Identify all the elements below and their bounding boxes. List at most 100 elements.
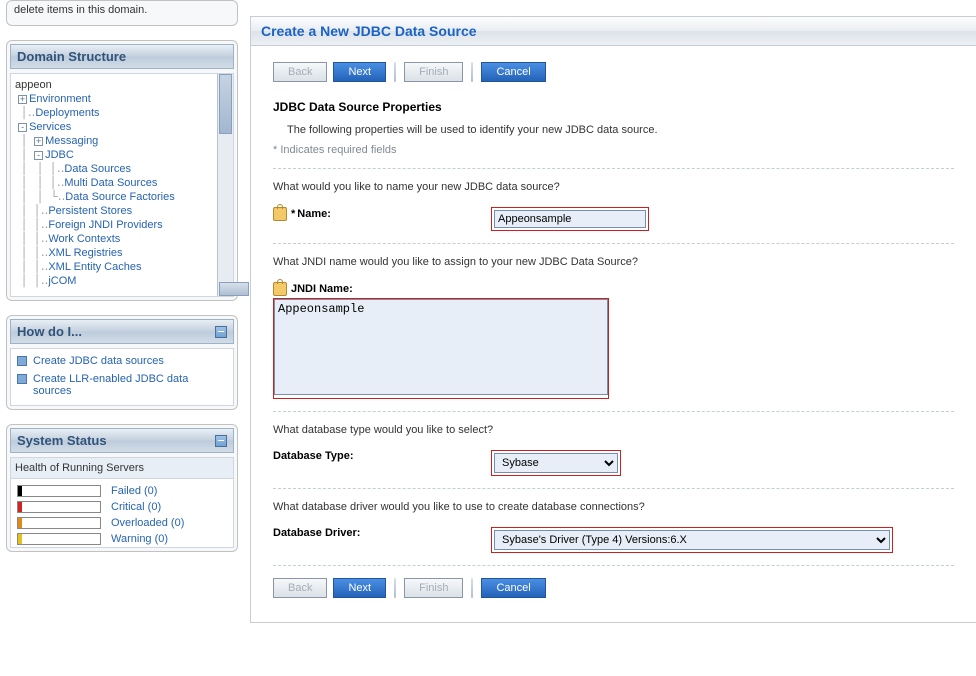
how-do-i-panel: How do I... Create JDBC data sources Cre… bbox=[6, 315, 238, 410]
status-link-failed[interactable]: Failed (0) bbox=[111, 485, 157, 497]
system-status-title: System Status bbox=[17, 433, 107, 448]
tree-environment[interactable]: Environment bbox=[29, 93, 91, 105]
page-title: Create a New JDBC Data Source bbox=[251, 17, 976, 46]
divider bbox=[273, 488, 954, 489]
prev-panel-text: delete items in this domain. bbox=[10, 4, 234, 22]
status-bar bbox=[17, 533, 101, 545]
doc-icon bbox=[17, 356, 27, 366]
tree-xml-registries[interactable]: XML Registries bbox=[48, 247, 122, 259]
system-status-list: Failed (0) Critical (0) Overloaded (0) W… bbox=[10, 478, 234, 548]
domain-tree-body: appeon +Environment │․․Deployments -Serv… bbox=[10, 73, 234, 297]
status-bar bbox=[17, 485, 101, 497]
list-item: Create JDBC data sources bbox=[17, 355, 227, 367]
name-input[interactable] bbox=[494, 210, 646, 228]
tree-deployments[interactable]: Deployments bbox=[35, 107, 99, 119]
status-bar bbox=[17, 501, 101, 513]
tree-scrollbar[interactable] bbox=[217, 74, 233, 296]
tree-root[interactable]: appeon bbox=[15, 79, 52, 91]
hdi-link-create-llr[interactable]: Create LLR-enabled JDBC data sources bbox=[33, 373, 227, 397]
label-dbtype-text: Database Type: bbox=[273, 450, 354, 462]
collapse-icon[interactable]: - bbox=[34, 151, 43, 160]
domain-structure-title: Domain Structure bbox=[17, 49, 126, 64]
expand-icon[interactable]: + bbox=[34, 137, 43, 146]
button-separator bbox=[394, 578, 396, 598]
tree-xml-entity[interactable]: XML Entity Caches bbox=[48, 261, 141, 273]
next-button[interactable]: Next bbox=[333, 578, 386, 598]
minimize-icon[interactable] bbox=[215, 435, 227, 447]
system-status-panel: System Status Health of Running Servers … bbox=[6, 424, 238, 552]
scrollbar-thumb[interactable] bbox=[219, 74, 232, 134]
label-name-text: Name: bbox=[297, 208, 331, 220]
dbtype-select[interactable]: Sybase bbox=[494, 453, 618, 473]
section-desc: The following properties will be used to… bbox=[287, 124, 954, 136]
tree-jcom[interactable]: jCOM bbox=[48, 275, 76, 287]
required-note: * Indicates required fields bbox=[273, 144, 954, 156]
button-row-top: Back Next Finish Cancel bbox=[273, 62, 954, 82]
status-link-overloaded[interactable]: Overloaded (0) bbox=[111, 517, 184, 529]
tree-foreign-jndi[interactable]: Foreign JNDI Providers bbox=[48, 219, 162, 231]
tree-work-contexts[interactable]: Work Contexts bbox=[48, 233, 120, 245]
button-separator bbox=[394, 62, 396, 82]
tree-persistent-stores[interactable]: Persistent Stores bbox=[48, 205, 132, 217]
back-button[interactable]: Back bbox=[273, 578, 327, 598]
highlight-box bbox=[273, 298, 609, 399]
how-do-i-header: How do I... bbox=[10, 319, 234, 344]
tree-datasources[interactable]: Data Sources bbox=[64, 163, 131, 175]
field-row-driver: Database Driver: Sybase's Driver (Type 4… bbox=[273, 527, 954, 553]
lock-icon bbox=[273, 282, 287, 296]
how-do-i-title: How do I... bbox=[17, 324, 82, 339]
tree-messaging[interactable]: Messaging bbox=[45, 135, 98, 147]
label-name: * Name: bbox=[273, 207, 473, 221]
tree-services[interactable]: Services bbox=[29, 121, 71, 133]
finish-button[interactable]: Finish bbox=[404, 62, 463, 82]
tree-multi-ds[interactable]: Multi Data Sources bbox=[64, 177, 157, 189]
jndi-input[interactable] bbox=[274, 299, 608, 395]
field-row-jndi: JNDI Name: bbox=[273, 282, 954, 399]
section-title: JDBC Data Source Properties bbox=[273, 100, 954, 114]
domain-structure-panel: Domain Structure appeon +Environment │․․… bbox=[6, 40, 238, 301]
list-item: Create LLR-enabled JDBC data sources bbox=[17, 373, 227, 397]
minimize-icon[interactable] bbox=[215, 326, 227, 338]
tree-ds-factories[interactable]: Data Source Factories bbox=[65, 191, 174, 203]
label-dbtype: Database Type: bbox=[273, 450, 473, 462]
main-form-panel: Create a New JDBC Data Source Back Next … bbox=[250, 16, 976, 623]
domain-tree[interactable]: appeon +Environment │․․Deployments -Serv… bbox=[13, 76, 233, 294]
expand-icon[interactable]: + bbox=[18, 95, 27, 104]
status-row-failed: Failed (0) bbox=[13, 483, 233, 499]
next-button[interactable]: Next bbox=[333, 62, 386, 82]
label-jndi: JNDI Name: bbox=[273, 282, 954, 296]
required-asterisk: * bbox=[291, 208, 295, 220]
back-button[interactable]: Back bbox=[273, 62, 327, 82]
collapse-icon[interactable]: - bbox=[18, 123, 27, 132]
highlight-box bbox=[491, 207, 649, 231]
label-jndi-text: JNDI Name: bbox=[291, 283, 353, 295]
label-driver-text: Database Driver: bbox=[273, 527, 360, 539]
prev-panel-trunc: delete items in this domain. bbox=[6, 0, 238, 26]
divider bbox=[273, 565, 954, 566]
question-name: What would you like to name your new JDB… bbox=[273, 181, 954, 193]
domain-structure-header: Domain Structure bbox=[10, 44, 234, 69]
field-row-dbtype: Database Type: Sybase bbox=[273, 450, 954, 476]
cancel-button[interactable]: Cancel bbox=[481, 578, 545, 598]
divider bbox=[273, 411, 954, 412]
status-link-warning[interactable]: Warning (0) bbox=[111, 533, 168, 545]
driver-select[interactable]: Sybase's Driver (Type 4) Versions:6.X bbox=[494, 530, 890, 550]
system-status-header: System Status bbox=[10, 428, 234, 453]
hdi-link-create-jdbc[interactable]: Create JDBC data sources bbox=[33, 355, 164, 367]
status-link-critical[interactable]: Critical (0) bbox=[111, 501, 161, 513]
system-status-subheader: Health of Running Servers bbox=[10, 457, 234, 478]
how-do-i-list: Create JDBC data sources Create LLR-enab… bbox=[10, 348, 234, 406]
finish-button[interactable]: Finish bbox=[404, 578, 463, 598]
doc-icon bbox=[17, 374, 27, 384]
status-row-critical: Critical (0) bbox=[13, 499, 233, 515]
field-row-name: * Name: bbox=[273, 207, 954, 231]
status-row-overloaded: Overloaded (0) bbox=[13, 515, 233, 531]
tree-jdbc[interactable]: JDBC bbox=[45, 149, 74, 161]
question-dbtype: What database type would you like to sel… bbox=[273, 424, 954, 436]
highlight-box: Sybase bbox=[491, 450, 621, 476]
cancel-button[interactable]: Cancel bbox=[481, 62, 545, 82]
button-separator bbox=[471, 578, 473, 598]
scrollbar-down-icon[interactable] bbox=[219, 282, 249, 296]
button-row-bottom: Back Next Finish Cancel bbox=[273, 578, 954, 598]
divider bbox=[273, 243, 954, 244]
